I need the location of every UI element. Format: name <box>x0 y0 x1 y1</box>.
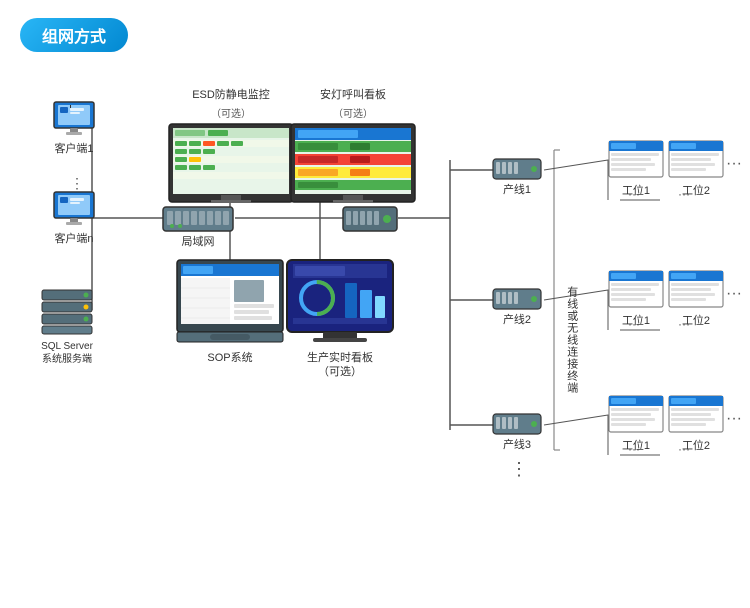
andon-label: 安灯呼叫看板 <box>320 88 386 102</box>
sop-block: SOP系统 <box>175 258 285 365</box>
line1-below-dots: ··· <box>628 185 640 203</box>
clientN-label: 客户端n <box>54 232 93 246</box>
sql-server-block: SQL Server 系统服务端 <box>38 288 96 366</box>
line1-switch-block: 产线1 <box>492 158 542 197</box>
monitor1-icon <box>50 100 98 138</box>
line3-label: 产线3 <box>503 438 531 452</box>
sop-screen-icon <box>175 258 285 348</box>
ws2-line2-icon <box>668 270 724 312</box>
sop-label: SOP系统 <box>207 351 252 365</box>
line1-dots: ··· <box>726 155 742 173</box>
line2-switch-block: 产线2 <box>492 288 542 327</box>
clientN-block: 客户端n <box>50 190 98 246</box>
andon-screen-icon <box>290 123 416 205</box>
ws2-line1-block: 工位2 <box>668 140 724 198</box>
prod-board-icon <box>285 258 395 348</box>
esd-label: ESD防静电监控 <box>192 88 270 102</box>
line2-below-dots2: ··· <box>678 315 690 333</box>
main-switch-icon <box>162 206 234 232</box>
page-title: 组网方式 <box>20 18 128 52</box>
page: 组网方式 <box>0 0 750 608</box>
ws2-line3-block: 工位2 <box>668 395 724 453</box>
line-bottom-dots: ⋮ <box>510 460 528 480</box>
line1-below-dots2: ··· <box>678 185 690 203</box>
esd-screen-icon <box>168 123 294 205</box>
lan-label: 局域网 <box>182 235 215 249</box>
ws2-line2-block: 工位2 <box>668 270 724 328</box>
line3-switch-icon <box>492 413 542 435</box>
line3-below-dots2: ··· <box>678 440 690 458</box>
connection-label: 有线或无线连接终端 <box>563 286 578 394</box>
andon-sublabel: （可选） <box>333 105 373 120</box>
prod-board-label: 生产实时看板 （可选） <box>307 351 373 380</box>
right-hub-block <box>342 206 398 237</box>
line2-below-dots: ··· <box>628 315 640 333</box>
ws1-line3-icon <box>608 395 664 437</box>
ws1-line1-icon <box>608 140 664 182</box>
line3-dots: ··· <box>726 410 742 428</box>
ws2-line1-icon <box>668 140 724 182</box>
network-diagram: 客户端1 ⋮ 客户端n <box>20 70 730 600</box>
server-icon <box>38 288 96 336</box>
line2-label: 产线2 <box>503 313 531 327</box>
monitorN-icon <box>50 190 98 228</box>
main-switch-block: 局域网 <box>162 206 234 249</box>
ws1-line2-icon <box>608 270 664 312</box>
line1-label: 产线1 <box>503 183 531 197</box>
connection-label-block: 有线或无线连接终端 <box>556 220 586 460</box>
right-hub-icon <box>342 206 398 232</box>
line2-dots: ··· <box>726 285 742 303</box>
line3-below-dots: ··· <box>628 440 640 458</box>
ws2-line3-icon <box>668 395 724 437</box>
client1-label: 客户端1 <box>54 142 93 156</box>
sql-label: SQL Server 系统服务端 <box>41 340 93 366</box>
line1-switch-icon <box>492 158 542 180</box>
client1-block: 客户端1 <box>50 100 98 156</box>
line3-switch-block: 产线3 <box>492 413 542 452</box>
esd-sublabel: （可选） <box>211 105 251 120</box>
line2-switch-icon <box>492 288 542 310</box>
prod-board-block: 生产实时看板 （可选） <box>285 258 395 380</box>
esd-block: ESD防静电监控 （可选） <box>168 88 294 205</box>
andon-block: 安灯呼叫看板 （可选） <box>290 88 416 205</box>
